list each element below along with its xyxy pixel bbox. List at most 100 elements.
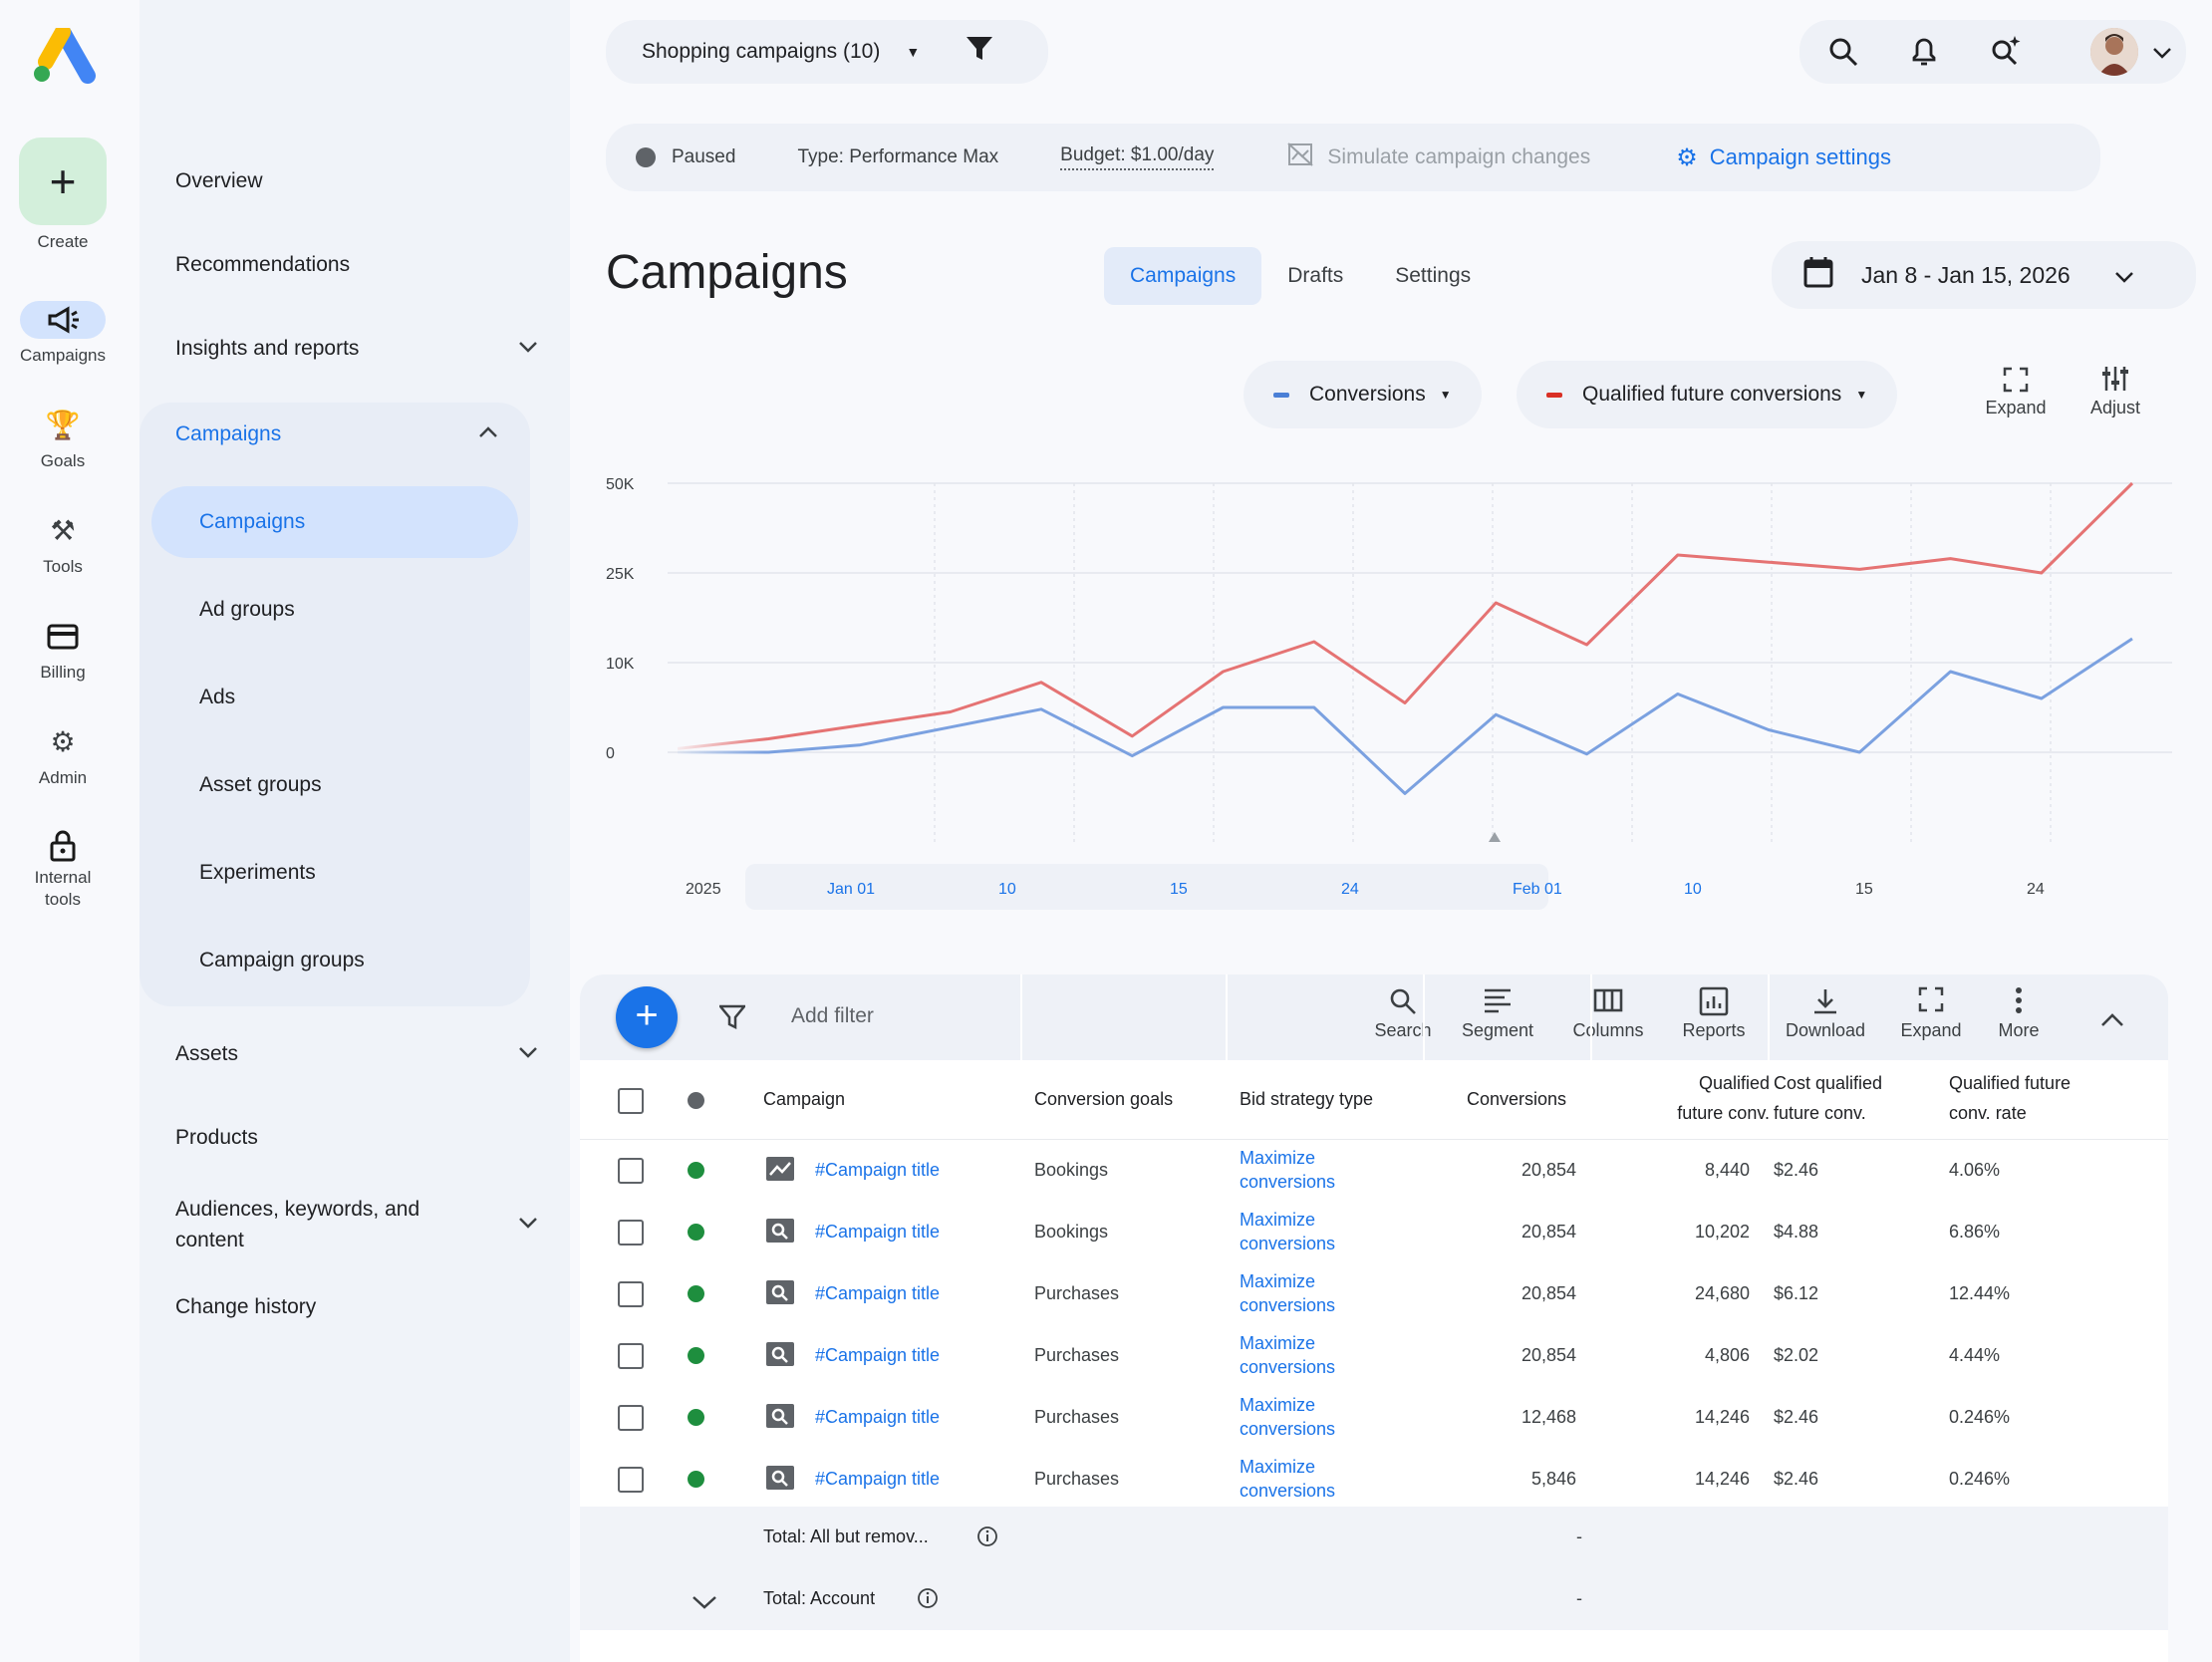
plus-icon[interactable]: + bbox=[19, 138, 107, 225]
metric-selector-conversions[interactable]: Conversions ▼ bbox=[1244, 361, 1482, 428]
table-row[interactable]: #Campaign title Purchases Maximize conversi… bbox=[580, 1263, 2168, 1325]
nav-assets-label: Assets bbox=[175, 1042, 239, 1065]
header-bid-strategy[interactable]: Bid strategy type bbox=[1240, 1084, 1373, 1114]
status-budget[interactable]: Budget: $1.00/day bbox=[1060, 144, 1215, 170]
y-tick-label: 50K bbox=[606, 476, 635, 493]
columns-icon bbox=[1566, 986, 1650, 1020]
row-checkbox[interactable] bbox=[618, 1467, 644, 1493]
avatar[interactable] bbox=[2090, 28, 2138, 76]
tab-settings[interactable]: Settings bbox=[1369, 247, 1497, 305]
add-campaign-button[interactable]: + bbox=[616, 986, 678, 1048]
search-spark-icon[interactable] bbox=[1989, 34, 2023, 74]
rail-goals[interactable]: 🏆 Goals bbox=[0, 407, 126, 472]
row-checkbox[interactable] bbox=[618, 1343, 644, 1369]
nav-audiences[interactable]: Audiences, keywords, and content bbox=[175, 1194, 540, 1255]
header-campaign[interactable]: Campaign bbox=[763, 1084, 845, 1114]
bid-strategy-link[interactable]: Maximize conversions bbox=[1240, 1146, 1335, 1194]
search-icon[interactable] bbox=[1827, 36, 1859, 74]
expand-icon bbox=[1893, 986, 1969, 1020]
rail-internal-tools[interactable]: Internal tools bbox=[0, 827, 126, 911]
header-conversion-goals[interactable]: Conversion goals bbox=[1034, 1084, 1173, 1114]
nav-products[interactable]: Products bbox=[175, 1126, 540, 1150]
table-row[interactable]: #Campaign title Purchases Maximize conversi… bbox=[580, 1387, 2168, 1449]
nav-campaign-groups[interactable]: Campaign groups bbox=[199, 949, 365, 972]
campaign-settings-link[interactable]: Campaign settings bbox=[1710, 144, 1891, 170]
enabled-status-dot bbox=[688, 1224, 704, 1241]
row-checkbox[interactable] bbox=[618, 1220, 644, 1246]
table-row[interactable]: #Campaign title Bookings Maximize conversio… bbox=[580, 1202, 2168, 1263]
account-selector[interactable]: Shopping campaigns (10) ▼ bbox=[606, 20, 1048, 84]
more-vert-icon bbox=[1987, 986, 2051, 1020]
select-all-checkbox[interactable] bbox=[618, 1088, 644, 1114]
chart-expand-button[interactable]: Expand bbox=[1981, 367, 2051, 418]
rail-create[interactable]: + Create bbox=[0, 138, 126, 253]
header-conversions[interactable]: Conversions bbox=[1467, 1084, 1566, 1114]
row-checkbox[interactable] bbox=[618, 1405, 644, 1431]
nav-experiments[interactable]: Experiments bbox=[199, 861, 316, 885]
metric-selector-qualified[interactable]: Qualified future conversions ▼ bbox=[1517, 361, 1898, 428]
settings-gear-icon[interactable]: ⚙ bbox=[1676, 143, 1698, 172]
rail-billing[interactable]: Billing bbox=[0, 618, 126, 684]
info-icon[interactable] bbox=[917, 1587, 939, 1615]
nav-campaigns-group-header[interactable]: Campaigns bbox=[175, 422, 500, 446]
date-range-picker[interactable]: Jan 8 - Jan 15, 2026 bbox=[1772, 241, 2196, 309]
nav-recommendations[interactable]: Recommendations bbox=[175, 253, 540, 277]
filter-icon[interactable] bbox=[966, 36, 993, 68]
nav-change-history[interactable]: Change history bbox=[175, 1295, 540, 1319]
add-filter-input[interactable]: Add filter bbox=[791, 1004, 874, 1028]
collapse-chevron-up-icon[interactable] bbox=[2100, 1010, 2124, 1033]
table-row[interactable]: #Campaign title Purchases Maximize conversi… bbox=[580, 1449, 2168, 1511]
chevron-down-icon[interactable] bbox=[691, 1592, 717, 1615]
nav-overview-label: Overview bbox=[175, 169, 263, 192]
toolbar-segment-button[interactable]: Segment bbox=[1453, 986, 1542, 1041]
chevron-down-icon[interactable] bbox=[2152, 42, 2172, 65]
tab-campaigns[interactable]: Campaigns bbox=[1104, 247, 1262, 305]
bid-strategy-link[interactable]: Maximize conversions bbox=[1240, 1208, 1335, 1255]
caret-down-icon: ▼ bbox=[1855, 388, 1868, 402]
google-ads-logo[interactable] bbox=[30, 28, 96, 84]
bid-strategy-link[interactable]: Maximize conversions bbox=[1240, 1393, 1335, 1441]
chart-adjust-button[interactable]: Adjust bbox=[2080, 365, 2150, 418]
filter-icon[interactable] bbox=[717, 1004, 747, 1036]
performance-chart: 50K 25K 10K 0 2025 Jan 01 10 15 24 Feb 01 10 15 24 bbox=[606, 476, 2172, 910]
bid-strategy-line-2: conversions bbox=[1240, 1357, 1336, 1377]
tab-drafts[interactable]: Drafts bbox=[1261, 247, 1369, 305]
toolbar-reports-button[interactable]: Reports bbox=[1672, 986, 1756, 1041]
campaign-title-link[interactable]: #Campaign title bbox=[815, 1469, 940, 1490]
toolbar-search-button[interactable]: Search bbox=[1363, 986, 1443, 1041]
rail-campaigns[interactable]: Campaigns bbox=[0, 301, 126, 367]
header-qfc-1: Qualified bbox=[1698, 1073, 1770, 1093]
campaign-title-link[interactable]: #Campaign title bbox=[815, 1407, 940, 1428]
bell-icon[interactable] bbox=[1909, 34, 1939, 74]
nav-ads[interactable]: Ads bbox=[199, 686, 235, 709]
nav-campaigns[interactable]: Campaigns bbox=[199, 510, 305, 534]
bid-strategy-link[interactable]: Maximize conversions bbox=[1240, 1269, 1335, 1317]
campaign-title-link[interactable]: #Campaign title bbox=[815, 1345, 940, 1366]
table-row[interactable]: #Campaign title Purchases Maximize conversi… bbox=[580, 1325, 2168, 1387]
nav-ad-groups[interactable]: Ad groups bbox=[199, 598, 295, 622]
nav-overview[interactable]: Overview bbox=[175, 169, 540, 193]
campaign-title-link[interactable]: #Campaign title bbox=[815, 1222, 940, 1243]
toolbar-more-button[interactable]: More bbox=[1987, 986, 2051, 1041]
nav-insights[interactable]: Insights and reports bbox=[175, 337, 540, 361]
nav-assets[interactable]: Assets bbox=[175, 1042, 540, 1066]
row-checkbox[interactable] bbox=[618, 1281, 644, 1307]
toolbar-columns-button[interactable]: Columns bbox=[1566, 986, 1650, 1041]
header-cost-qualified[interactable]: Cost qualified future conv. bbox=[1774, 1068, 1882, 1128]
toolbar-expand-button[interactable]: Expand bbox=[1893, 986, 1969, 1041]
row-checkbox[interactable] bbox=[618, 1158, 644, 1184]
info-icon[interactable] bbox=[976, 1525, 998, 1553]
table-row[interactable]: #Campaign title Bookings Maximize conversio… bbox=[580, 1140, 2168, 1202]
bid-strategy-link[interactable]: Maximize conversions bbox=[1240, 1455, 1335, 1503]
top-right-actions bbox=[1799, 20, 2186, 84]
nav-asset-groups[interactable]: Asset groups bbox=[199, 773, 322, 797]
toolbar-download-button[interactable]: Download bbox=[1776, 986, 1875, 1041]
header-qualified-rate[interactable]: Qualified future conv. rate bbox=[1949, 1068, 2071, 1128]
rail-tools[interactable]: ⚒ Tools bbox=[0, 512, 126, 578]
bid-strategy-link[interactable]: Maximize conversions bbox=[1240, 1331, 1335, 1379]
campaign-title-link[interactable]: #Campaign title bbox=[815, 1283, 940, 1304]
chart-adjust-label: Adjust bbox=[2089, 398, 2141, 417]
campaign-title-link[interactable]: #Campaign title bbox=[815, 1160, 940, 1181]
rail-admin[interactable]: ⚙ Admin bbox=[0, 723, 126, 789]
header-qualified-future-conv[interactable]: Qualified future conv. bbox=[1596, 1068, 1770, 1128]
